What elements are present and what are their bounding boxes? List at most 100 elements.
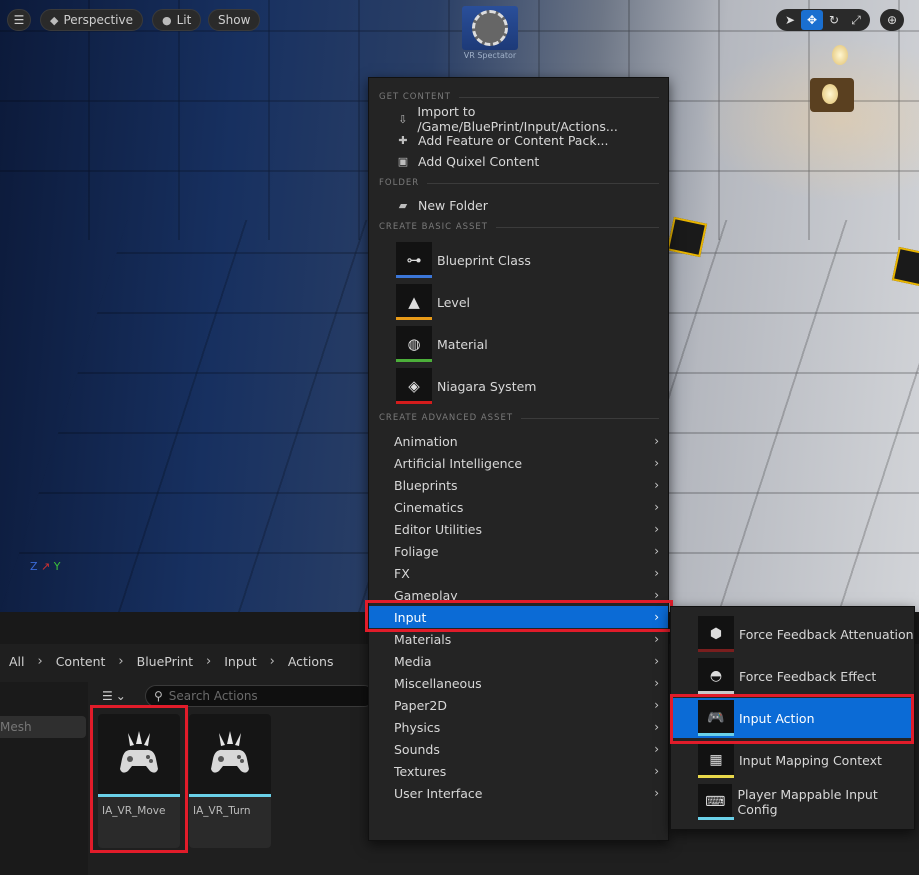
move-icon[interactable]: ✥ bbox=[801, 10, 823, 30]
menu-item-label: Paper2D bbox=[394, 697, 447, 713]
breadcrumb-blueprint[interactable]: BluePrint bbox=[137, 654, 193, 669]
section-create-advanced: CREATE ADVANCED ASSET bbox=[379, 413, 659, 423]
bulb-prop bbox=[822, 84, 838, 104]
breadcrumb-content[interactable]: Content bbox=[56, 654, 106, 669]
menu-item-import[interactable]: ⇩ Import to /Game/BluePrint/Input/Action… bbox=[369, 104, 668, 134]
spectator-icon bbox=[462, 6, 518, 50]
menu-item-label: Player Mappable Input Config bbox=[737, 787, 878, 817]
chevron-right-icon: › bbox=[654, 654, 659, 668]
asset-tile-ia-vr-turn[interactable]: IA_VR_Turn bbox=[189, 714, 271, 848]
menu-item-material[interactable]: ◍ Material bbox=[369, 324, 668, 364]
filter-field[interactable]: Mesh bbox=[0, 716, 86, 738]
scene-props bbox=[660, 0, 919, 330]
submenu-animation[interactable]: Animation › bbox=[369, 430, 668, 452]
menu-item-level[interactable]: ▲ Level bbox=[369, 282, 668, 322]
search-icon: ⚲ bbox=[154, 689, 163, 703]
menu-item-label: Artificial Intelligence bbox=[394, 455, 523, 471]
menu-item-new-folder[interactable]: ▰ New Folder bbox=[369, 195, 668, 215]
menu-item-label: Sounds bbox=[394, 741, 440, 757]
lit-button[interactable]: ● Lit bbox=[152, 9, 202, 31]
force-feedback-effect-icon: ◓ bbox=[698, 658, 734, 694]
cube-prop bbox=[891, 246, 919, 288]
section-get-content: GET CONTENT bbox=[379, 92, 659, 102]
submenu-foliage[interactable]: Foliage › bbox=[369, 540, 668, 562]
sources-panel bbox=[0, 682, 88, 875]
menu-item-label: Add Quixel Content bbox=[418, 153, 540, 169]
submenu-sounds[interactable]: Sounds › bbox=[369, 738, 668, 760]
chevron-right-icon: › bbox=[206, 653, 212, 669]
submenu-editor-utilities[interactable]: Editor Utilities › bbox=[369, 518, 668, 540]
gamepad-icon bbox=[189, 714, 271, 794]
menu-item-label: Blueprint Class bbox=[437, 252, 531, 268]
viewport-menu-button[interactable]: ☰ bbox=[7, 9, 31, 31]
axis-gizmo: Z ↗ Y bbox=[30, 560, 61, 573]
menu-item-blueprint-class[interactable]: ⊶ Blueprint Class bbox=[369, 240, 668, 280]
bulb-prop bbox=[832, 45, 848, 65]
submenu-textures[interactable]: Textures › bbox=[369, 760, 668, 782]
submenu-physics[interactable]: Physics › bbox=[369, 716, 668, 738]
search-placeholder: Search Actions bbox=[168, 689, 258, 703]
menu-item-add-feature[interactable]: ✚ Add Feature or Content Pack... bbox=[369, 130, 668, 150]
menu-item-label: Add Feature or Content Pack... bbox=[418, 132, 609, 148]
submenu-media[interactable]: Media › bbox=[369, 650, 668, 672]
chevron-down-icon: ⌄ bbox=[115, 689, 126, 703]
menu-item-label: Textures bbox=[394, 763, 447, 779]
breadcrumb-input[interactable]: Input bbox=[224, 654, 256, 669]
chevron-right-icon: › bbox=[654, 698, 659, 712]
search-input[interactable]: ⚲ Search Actions bbox=[145, 685, 375, 707]
menu-item-input-mapping-context[interactable]: ▦ Input Mapping Context bbox=[671, 740, 914, 780]
menu-item-label: Level bbox=[437, 294, 470, 310]
transform-tools: ➤ ✥ ↻ ⤢ bbox=[776, 9, 870, 31]
menu-item-label: Physics bbox=[394, 719, 441, 735]
section-folder: FOLDER bbox=[379, 178, 659, 188]
submenu-fx[interactable]: FX › bbox=[369, 562, 668, 584]
breadcrumb-all[interactable]: All bbox=[9, 654, 25, 669]
mapping-context-icon: ▦ bbox=[698, 742, 734, 778]
cube-icon: ◆ bbox=[50, 13, 59, 27]
section-create-basic: CREATE BASIC ASSET bbox=[379, 222, 659, 232]
chevron-right-icon: › bbox=[654, 720, 659, 734]
chevron-right-icon: › bbox=[654, 500, 659, 514]
vr-spectator-actor[interactable]: VR Spectator bbox=[462, 6, 518, 62]
filter-button[interactable]: ☰ ⌄ bbox=[102, 687, 136, 705]
cube-prop bbox=[666, 216, 708, 258]
menu-item-label: Material bbox=[437, 336, 488, 352]
chevron-right-icon: › bbox=[654, 434, 659, 448]
chevron-right-icon: › bbox=[654, 522, 659, 536]
breadcrumb-actions[interactable]: Actions bbox=[288, 654, 334, 669]
menu-item-label: New Folder bbox=[418, 197, 488, 213]
chevron-right-icon: › bbox=[654, 764, 659, 778]
show-button[interactable]: Show bbox=[208, 9, 261, 31]
select-icon[interactable]: ➤ bbox=[779, 10, 801, 30]
menu-item-player-mappable-input-config[interactable]: ⌨ Player Mappable Input Config bbox=[671, 782, 914, 822]
submenu-paper2d[interactable]: Paper2D › bbox=[369, 694, 668, 716]
menu-item-force-feedback-attenuation[interactable]: ⬢ Force Feedback Attenuation bbox=[671, 614, 914, 654]
spectator-label: VR Spectator bbox=[463, 51, 517, 60]
menu-item-niagara-system[interactable]: ◈ Niagara System bbox=[369, 366, 668, 406]
rotate-icon[interactable]: ↻ bbox=[823, 10, 845, 30]
filter-text: Mesh bbox=[0, 720, 32, 734]
axis-z-label: Z bbox=[30, 560, 38, 573]
new-folder-icon: ▰ bbox=[398, 198, 408, 212]
chevron-right-icon: › bbox=[654, 478, 659, 492]
menu-item-label: Foliage bbox=[394, 543, 439, 559]
menu-item-quixel[interactable]: ▣ Add Quixel Content bbox=[369, 151, 668, 171]
menu-item-label: Niagara System bbox=[437, 378, 537, 394]
perspective-button[interactable]: ◆ Perspective bbox=[40, 9, 143, 31]
submenu-user-interface[interactable]: User Interface › bbox=[369, 782, 668, 804]
force-feedback-attenuation-icon: ⬢ bbox=[698, 616, 734, 652]
show-label: Show bbox=[218, 13, 251, 27]
world-local-toggle[interactable]: ⊕ bbox=[880, 9, 904, 31]
menu-item-force-feedback-effect[interactable]: ◓ Force Feedback Effect bbox=[671, 656, 914, 696]
menu-item-label: Editor Utilities bbox=[394, 521, 483, 537]
chevron-right-icon: › bbox=[654, 544, 659, 558]
breadcrumb: All › Content › BluePrint › Input › Acti… bbox=[0, 648, 334, 674]
submenu-blueprints[interactable]: Blueprints › bbox=[369, 474, 668, 496]
submenu-cinematics[interactable]: Cinematics › bbox=[369, 496, 668, 518]
scale-icon[interactable]: ⤢ bbox=[845, 10, 867, 30]
submenu-miscellaneous[interactable]: Miscellaneous › bbox=[369, 672, 668, 694]
perspective-label: Perspective bbox=[63, 13, 133, 27]
submenu-artificial-intelligence[interactable]: Artificial Intelligence › bbox=[369, 452, 668, 474]
feature-pack-icon: ✚ bbox=[398, 133, 408, 147]
world-icon: ⊕ bbox=[886, 13, 898, 27]
